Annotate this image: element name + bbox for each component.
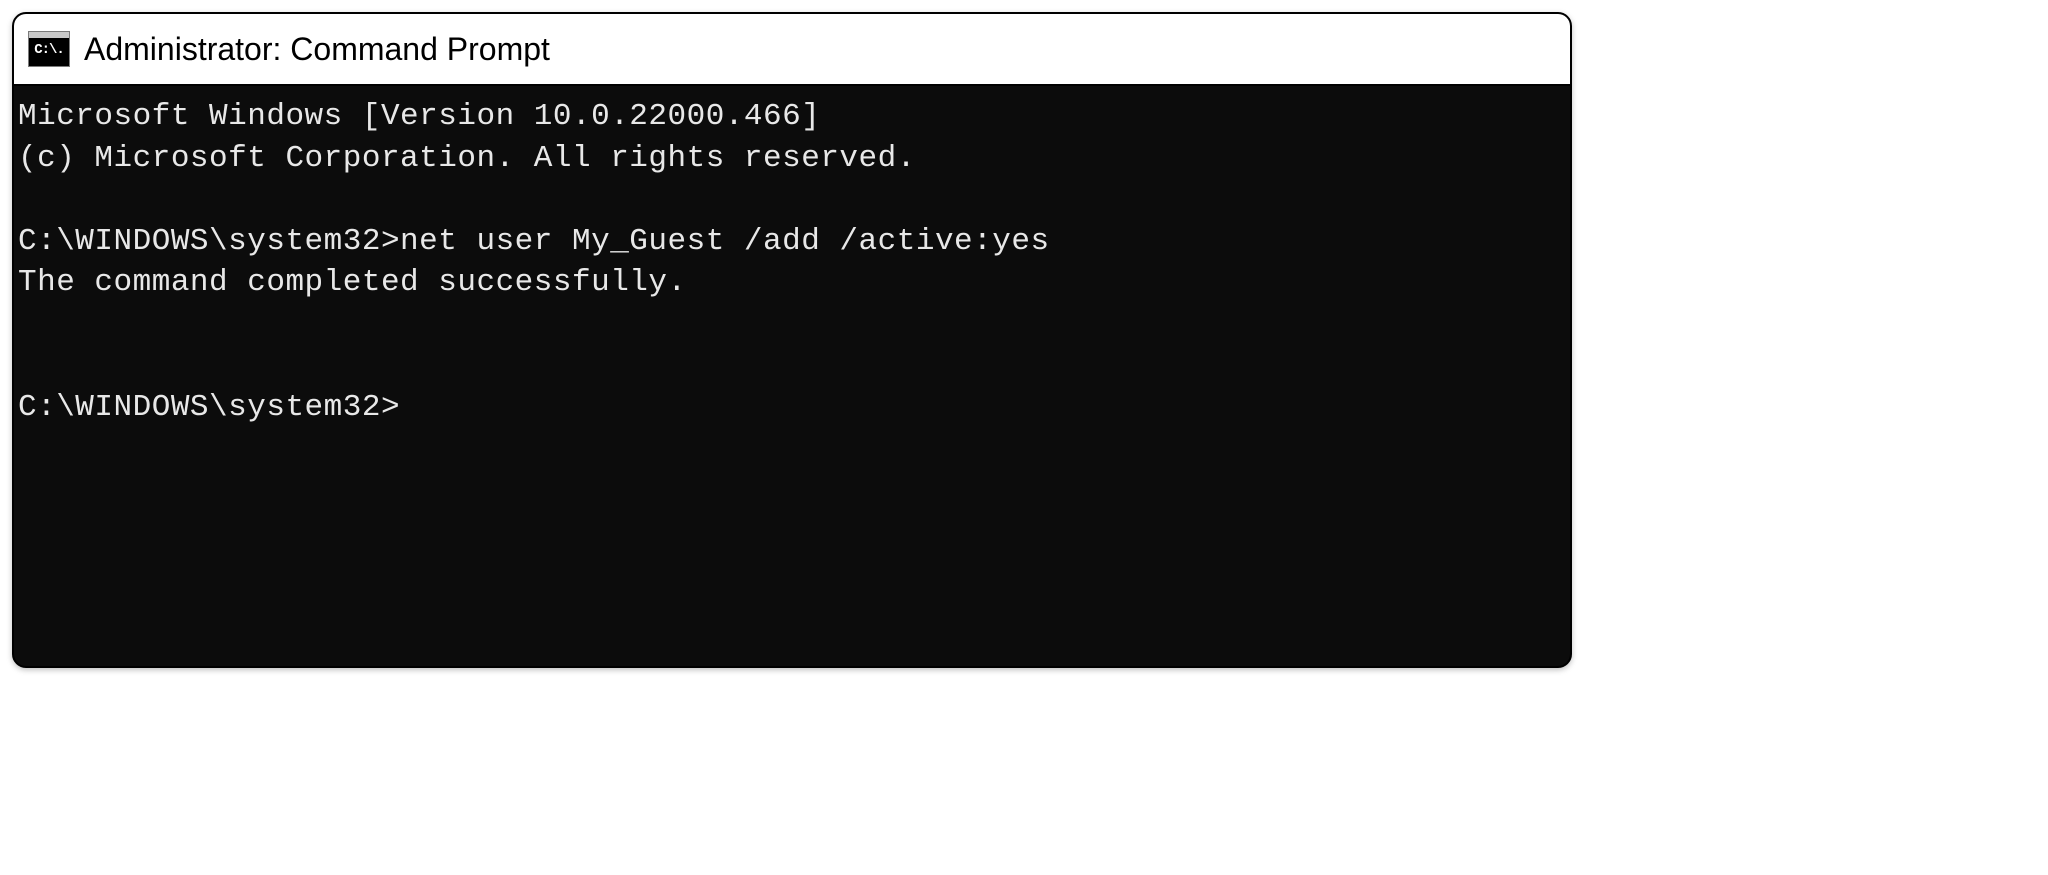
terminal-prompt: C:\WINDOWS\system32> xyxy=(18,387,1566,429)
terminal-blank-line xyxy=(18,179,1566,221)
terminal-line: C:\WINDOWS\system32>net user My_Guest /a… xyxy=(18,221,1566,263)
terminal-blank-line xyxy=(18,345,1566,387)
terminal-line: Microsoft Windows [Version 10.0.22000.46… xyxy=(18,96,1566,138)
terminal-blank-line xyxy=(18,304,1566,346)
terminal-output[interactable]: Microsoft Windows [Version 10.0.22000.46… xyxy=(14,86,1570,666)
terminal-line: (c) Microsoft Corporation. All rights re… xyxy=(18,138,1566,180)
window-title: Administrator: Command Prompt xyxy=(84,31,550,68)
title-bar[interactable]: C:\. Administrator: Command Prompt xyxy=(14,14,1570,86)
cmd-icon-glyph: C:\. xyxy=(34,43,64,57)
terminal-line: The command completed successfully. xyxy=(18,262,1566,304)
cmd-icon: C:\. xyxy=(28,31,70,67)
cmd-window: C:\. Administrator: Command Prompt Micro… xyxy=(12,12,1572,668)
